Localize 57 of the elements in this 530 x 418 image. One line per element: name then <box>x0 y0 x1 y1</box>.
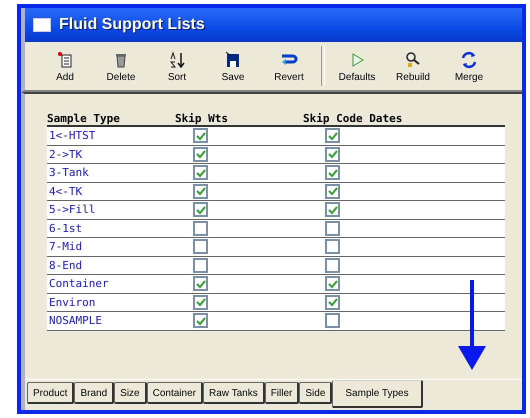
checkbox[interactable] <box>325 202 340 218</box>
checkbox[interactable] <box>193 313 208 328</box>
toolbar-button[interactable]: Save <box>205 42 261 90</box>
tab[interactable]: Size <box>114 382 147 404</box>
toolbar-button[interactable]: Merge <box>441 42 497 90</box>
checkbox[interactable] <box>325 294 340 310</box>
table-cell-text: Container <box>48 277 110 290</box>
checkbox[interactable] <box>325 313 340 328</box>
tab[interactable]: Raw Tanks <box>202 382 265 404</box>
table-cell-text: Environ <box>48 296 96 309</box>
table-cell-text: 5->Fill <box>48 203 96 216</box>
toolbar-button[interactable]: Rebuild <box>385 42 441 90</box>
column-header: Skip Code Dates <box>303 112 404 125</box>
toolbar-button[interactable]: Revert <box>261 42 317 90</box>
checkbox[interactable] <box>325 220 340 236</box>
checkbox[interactable] <box>193 128 208 144</box>
tab[interactable]: Brand <box>74 382 114 404</box>
table-cell-text: 6-1st <box>48 222 84 235</box>
checkbox[interactable] <box>193 146 208 162</box>
checkbox[interactable] <box>325 165 340 180</box>
column-header: Skip Wts <box>175 112 229 125</box>
checkbox[interactable] <box>325 239 340 254</box>
window-title: Fluid Support Lists <box>59 16 205 34</box>
checkbox[interactable] <box>325 258 340 273</box>
checkbox[interactable] <box>325 184 340 199</box>
table-cell-text: 3-Tank <box>48 166 90 180</box>
table-cell-text: 2->TK <box>48 148 84 161</box>
toolbar-button[interactable]: Defaults <box>329 42 385 90</box>
sort-icon <box>167 50 187 70</box>
toolbar-button[interactable]: Delete <box>93 42 149 90</box>
table-cell-text: 7-Mid <box>48 240 84 254</box>
checkbox[interactable] <box>325 146 340 162</box>
checkbox[interactable] <box>193 239 208 254</box>
checkbox[interactable] <box>193 276 208 292</box>
checkbox[interactable] <box>193 258 208 273</box>
table-cell-text: NOSAMPLE <box>48 314 103 328</box>
tab[interactable]: Container <box>146 382 203 404</box>
tab[interactable]: Sample Types <box>332 380 423 408</box>
merge-icon <box>459 50 479 70</box>
column-header: Sample Type <box>47 112 121 125</box>
checkbox[interactable] <box>193 165 208 180</box>
checkbox[interactable] <box>325 128 340 144</box>
tab[interactable]: Product <box>27 382 74 404</box>
checkbox[interactable] <box>193 184 208 199</box>
toolbar-button[interactable]: Add <box>37 42 93 90</box>
tab[interactable]: Side <box>299 382 332 404</box>
toolbar-button[interactable]: Sort <box>149 42 205 90</box>
checkbox[interactable] <box>325 276 340 292</box>
table-cell-text: 1<-HTST <box>48 129 96 142</box>
table-cell-text: 8-End <box>48 258 84 272</box>
checkbox[interactable] <box>193 220 208 236</box>
arrow-icon <box>458 280 486 370</box>
tab[interactable]: Filler <box>264 382 300 404</box>
window-icon <box>33 18 51 32</box>
table-cell-text: 4<-TK <box>48 184 84 198</box>
checkbox[interactable] <box>193 202 208 218</box>
checkbox[interactable] <box>193 294 208 310</box>
